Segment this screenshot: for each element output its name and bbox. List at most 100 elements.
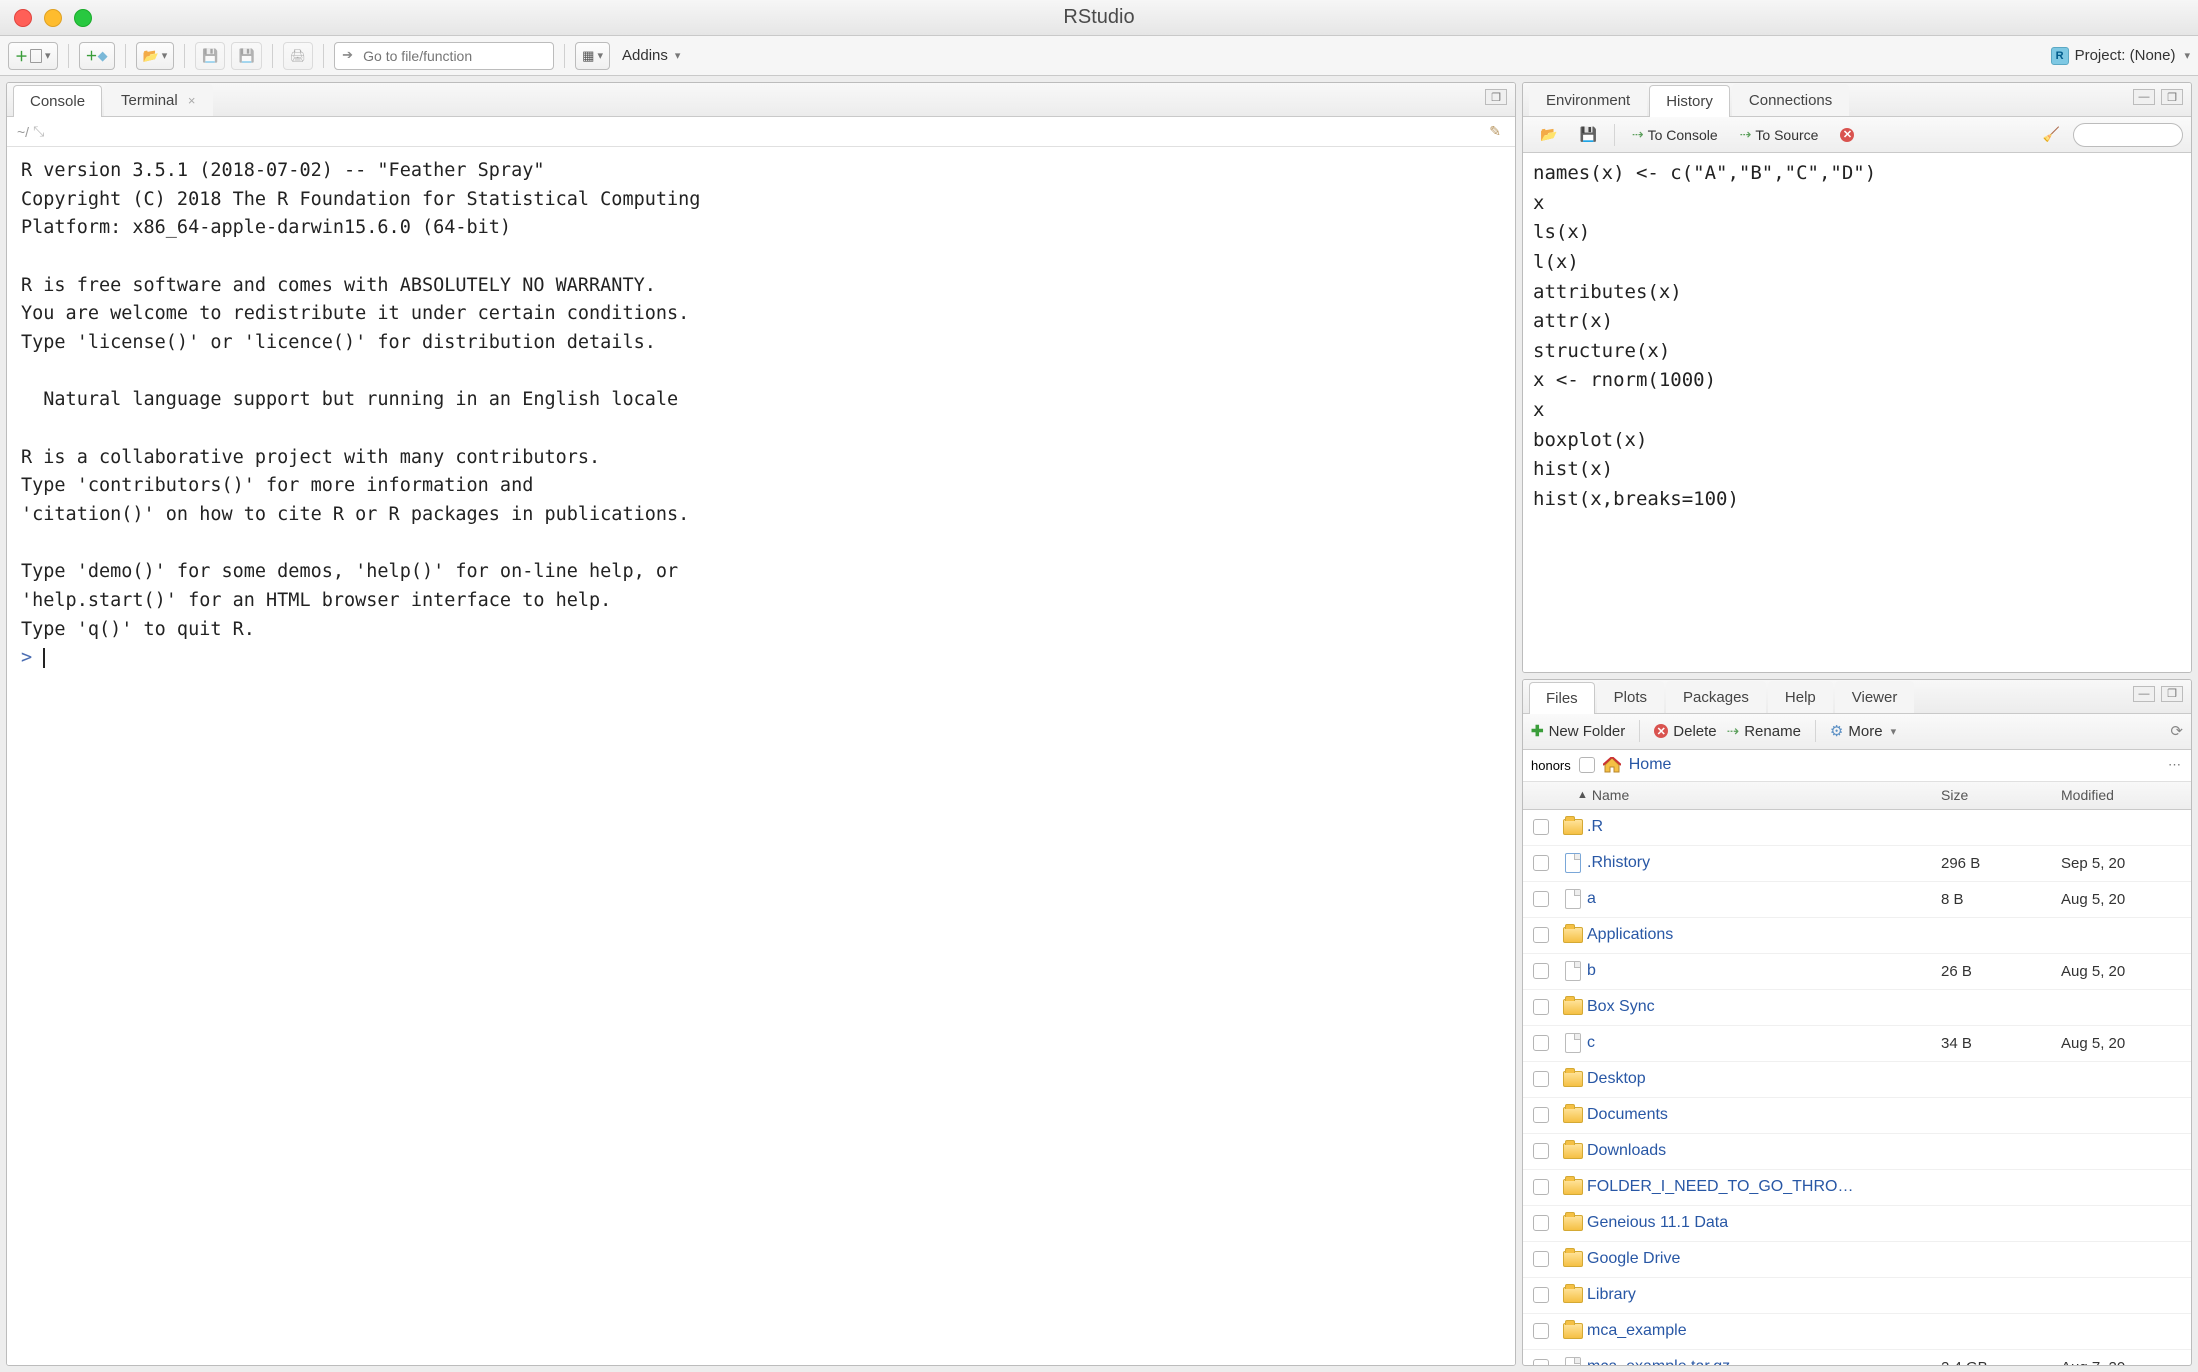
tab-terminal[interactable]: Terminal ×	[104, 84, 212, 116]
breadcrumb-home[interactable]: Home	[1629, 756, 1672, 774]
file-checkbox[interactable]	[1533, 1287, 1549, 1303]
file-checkbox[interactable]	[1533, 999, 1549, 1015]
file-name[interactable]: c	[1587, 1034, 1941, 1052]
refresh-button[interactable]: ⟳	[2170, 722, 2183, 740]
file-name[interactable]: Library	[1587, 1286, 1941, 1304]
history-entry[interactable]: ls(x)	[1533, 218, 2181, 248]
file-row[interactable]: .Rhistory296 BSep 5, 20	[1523, 846, 2191, 882]
minimize-pane-button[interactable]: —	[2133, 89, 2155, 105]
delete-button[interactable]: ✕ Delete	[1654, 723, 1716, 740]
file-name[interactable]: .R	[1587, 818, 1941, 836]
file-name[interactable]: Google Drive	[1587, 1250, 1941, 1268]
file-checkbox[interactable]	[1533, 1215, 1549, 1231]
file-row[interactable]: Desktop	[1523, 1062, 2191, 1098]
save-all-button[interactable]: 💾	[231, 42, 261, 70]
tab-files[interactable]: Files	[1529, 682, 1595, 714]
new-folder-button[interactable]: ✚ New Folder	[1531, 722, 1625, 740]
file-name[interactable]: Box Sync	[1587, 998, 1941, 1016]
header-size[interactable]: Size	[1941, 787, 2061, 803]
file-name[interactable]: Downloads	[1587, 1142, 1941, 1160]
file-row[interactable]: .R	[1523, 810, 2191, 846]
file-checkbox[interactable]	[1533, 855, 1549, 871]
breadcrumb-more-button[interactable]: ⋯	[2168, 757, 2183, 773]
file-checkbox[interactable]	[1533, 891, 1549, 907]
file-checkbox[interactable]	[1533, 1107, 1549, 1123]
file-row[interactable]: Applications	[1523, 918, 2191, 954]
file-row[interactable]: Documents	[1523, 1098, 2191, 1134]
file-name[interactable]: Applications	[1587, 926, 1941, 944]
file-row[interactable]: Google Drive	[1523, 1242, 2191, 1278]
file-name[interactable]: mca_example.tar.gz	[1587, 1358, 1941, 1365]
header-modified[interactable]: Modified	[2061, 787, 2191, 803]
file-row[interactable]: FOLDER_I_NEED_TO_GO_THRO…	[1523, 1170, 2191, 1206]
history-entry[interactable]: l(x)	[1533, 248, 2181, 278]
history-list[interactable]: names(x) <- c("A","B","C","D")xls(x)l(x)…	[1523, 153, 2191, 672]
tab-connections[interactable]: Connections	[1732, 84, 1849, 116]
minimize-window-button[interactable]	[44, 9, 62, 27]
history-entry[interactable]: hist(x)	[1533, 455, 2181, 485]
save-button[interactable]: 💾	[195, 42, 225, 70]
history-search-input[interactable]	[2073, 123, 2183, 147]
clear-console-button[interactable]: ✎	[1489, 123, 1501, 140]
file-row[interactable]: a8 BAug 5, 20	[1523, 882, 2191, 918]
sort-asc-icon[interactable]: ▲	[1577, 789, 1588, 801]
file-checkbox[interactable]	[1533, 1035, 1549, 1051]
file-checkbox[interactable]	[1533, 1143, 1549, 1159]
file-name[interactable]: mca_example	[1587, 1322, 1941, 1340]
history-entry[interactable]: hist(x,breaks=100)	[1533, 485, 2181, 515]
file-name[interactable]: b	[1587, 962, 1941, 980]
grid-button[interactable]: ▦ ▾	[575, 42, 610, 70]
zoom-window-button[interactable]	[74, 9, 92, 27]
file-row[interactable]: Downloads	[1523, 1134, 2191, 1170]
file-name[interactable]: .Rhistory	[1587, 854, 1941, 872]
file-name[interactable]: Geneious 11.1 Data	[1587, 1214, 1941, 1232]
maximize-pane-button[interactable]: ❐	[2161, 686, 2183, 702]
file-name[interactable]: FOLDER_I_NEED_TO_GO_THRO…	[1587, 1178, 1941, 1196]
history-entry[interactable]: structure(x)	[1533, 337, 2181, 367]
print-button[interactable]: 🖨	[283, 42, 314, 70]
tab-history[interactable]: History	[1649, 85, 1730, 117]
clear-history-button[interactable]: 🧹	[2034, 122, 2069, 148]
project-menu[interactable]: R Project: (None) ▾	[2051, 47, 2190, 65]
header-name[interactable]: Name	[1592, 787, 1629, 803]
maximize-pane-button[interactable]: ❐	[1485, 89, 1507, 105]
history-entry[interactable]: x	[1533, 189, 2181, 219]
save-history-button[interactable]: 💾	[1570, 122, 1605, 148]
history-entry[interactable]: x <- rnorm(1000)	[1533, 366, 2181, 396]
tab-console[interactable]: Console	[13, 85, 102, 117]
more-menu[interactable]: ⚙ More ▾	[1830, 722, 1896, 740]
file-checkbox[interactable]	[1533, 927, 1549, 943]
maximize-pane-button[interactable]: ❐	[2161, 89, 2183, 105]
file-row[interactable]: mca_example	[1523, 1314, 2191, 1350]
addins-menu[interactable]: Addins ▾	[622, 47, 680, 64]
minimize-pane-button[interactable]: —	[2133, 686, 2155, 702]
remove-entry-button[interactable]: ✕	[1831, 122, 1863, 148]
file-checkbox[interactable]	[1533, 819, 1549, 835]
file-name[interactable]: Documents	[1587, 1106, 1941, 1124]
file-row[interactable]: Library	[1523, 1278, 2191, 1314]
select-all-checkbox[interactable]	[1579, 757, 1595, 773]
to-console-button[interactable]: ⇢ To Console	[1623, 122, 1727, 148]
file-checkbox[interactable]	[1533, 1323, 1549, 1339]
file-checkbox[interactable]	[1533, 1179, 1549, 1195]
file-checkbox[interactable]	[1533, 1251, 1549, 1267]
file-row[interactable]: Box Sync	[1523, 990, 2191, 1026]
history-entry[interactable]: attributes(x)	[1533, 278, 2181, 308]
tab-packages[interactable]: Packages	[1666, 681, 1766, 713]
file-row[interactable]: mca_example.tar.gz2.4 GBAug 7, 20	[1523, 1350, 2191, 1365]
file-checkbox[interactable]	[1533, 963, 1549, 979]
new-project-button[interactable]: ＋ ◆	[79, 42, 115, 70]
expand-icon[interactable]: ⤡	[33, 123, 44, 140]
tab-plots[interactable]: Plots	[1597, 681, 1664, 713]
history-entry[interactable]: names(x) <- c("A","B","C","D")	[1533, 159, 2181, 189]
history-entry[interactable]: attr(x)	[1533, 307, 2181, 337]
file-checkbox[interactable]	[1533, 1071, 1549, 1087]
tab-viewer[interactable]: Viewer	[1835, 681, 1915, 713]
rename-button[interactable]: ⇢ Rename	[1727, 722, 1801, 740]
close-icon[interactable]: ×	[188, 93, 196, 108]
new-file-button[interactable]: ＋ ▾	[8, 42, 58, 70]
file-row[interactable]: b26 BAug 5, 20	[1523, 954, 2191, 990]
goto-file-input[interactable]	[334, 42, 554, 70]
tab-help[interactable]: Help	[1768, 681, 1833, 713]
to-source-button[interactable]: ⇢ To Source	[1731, 122, 1828, 148]
